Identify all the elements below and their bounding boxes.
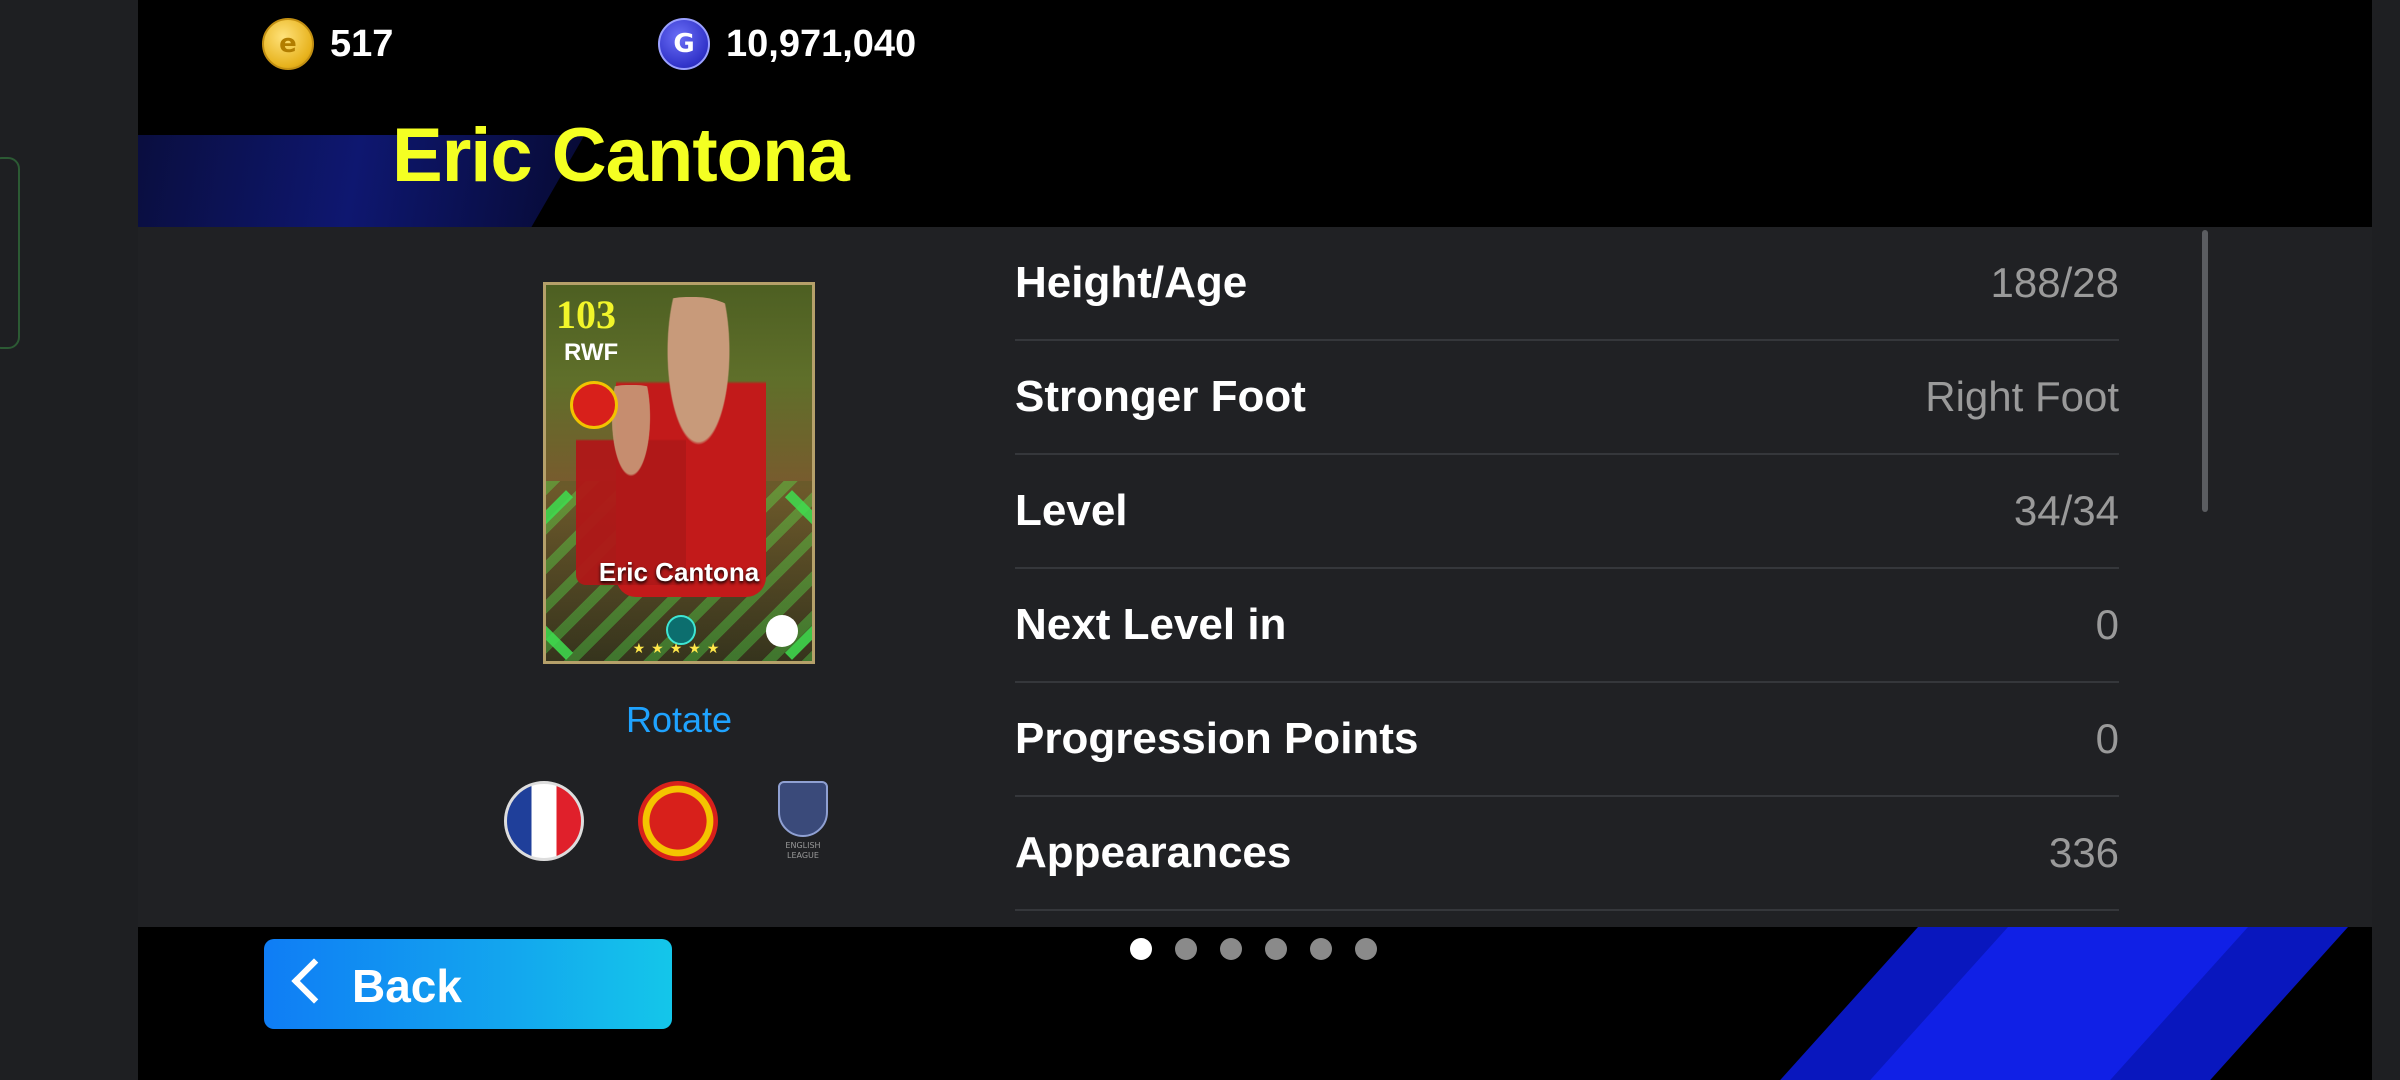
left-edge-strip bbox=[0, 0, 138, 1080]
player-detail-screen: e 517 G 10,971,040 Eric Cantona 103 RWF … bbox=[138, 0, 2372, 1080]
page-dot[interactable] bbox=[1130, 938, 1152, 960]
page-dot[interactable] bbox=[1265, 938, 1287, 960]
info-label: Appearances bbox=[1015, 828, 1292, 877]
league-caption: ENGLISH LEAGUE bbox=[785, 841, 821, 860]
info-value: Right Foot bbox=[1925, 373, 2119, 420]
page-dot[interactable] bbox=[1220, 938, 1242, 960]
card-rating: 103 bbox=[556, 292, 616, 337]
page-dot[interactable] bbox=[1310, 938, 1332, 960]
info-row-appearances: Appearances 336 bbox=[1015, 797, 2119, 911]
info-row-height-age: Height/Age 188/28 bbox=[1015, 227, 2119, 341]
card-player-name: Eric Cantona bbox=[598, 557, 760, 587]
france-flag-icon[interactable] bbox=[504, 781, 584, 861]
ecoin-amount: 517 bbox=[330, 22, 394, 65]
right-edge-strip bbox=[2372, 0, 2400, 1080]
info-label: Next Level in bbox=[1015, 600, 1287, 649]
english-league-icon[interactable]: ENGLISH LEAGUE bbox=[775, 781, 831, 865]
info-value: 188/28 bbox=[1990, 259, 2119, 306]
page-dot[interactable] bbox=[1175, 938, 1197, 960]
player-card[interactable]: 103 RWF Eric Cantona ★★★★★ bbox=[543, 282, 815, 664]
rotate-button[interactable]: Rotate bbox=[543, 699, 815, 741]
info-label: Stronger Foot bbox=[1015, 372, 1306, 421]
chevron-left-icon bbox=[291, 958, 337, 1004]
gp-balance: G 10,971,040 bbox=[658, 18, 916, 70]
info-row-progression-points: Progression Points 0 bbox=[1015, 683, 2119, 797]
league-shield-icon bbox=[778, 781, 828, 837]
back-button-label: Back bbox=[352, 960, 462, 1012]
info-label: Height/Age bbox=[1015, 258, 1248, 307]
page-indicator bbox=[1130, 938, 1377, 960]
info-value: 34/34 bbox=[2013, 487, 2119, 534]
ecoin-balance: e 517 bbox=[262, 18, 393, 70]
info-row-next-level: Next Level in 0 bbox=[1015, 569, 2119, 683]
info-label: Level bbox=[1015, 486, 1128, 535]
manchester-united-crest-icon[interactable] bbox=[638, 781, 718, 861]
info-label: Progression Points bbox=[1015, 714, 1419, 763]
player-info-panel: 103 RWF Eric Cantona ★★★★★ Rotate ENGLIS… bbox=[138, 227, 2372, 927]
info-value: 0 bbox=[2095, 601, 2119, 648]
info-value: 0 bbox=[2095, 715, 2119, 762]
player-name-title: Eric Cantona bbox=[392, 113, 850, 198]
page-dot[interactable] bbox=[1355, 938, 1377, 960]
gp-amount: 10,971,040 bbox=[726, 22, 917, 65]
back-button[interactable]: Back bbox=[264, 939, 672, 1029]
card-club-icon bbox=[570, 381, 618, 429]
info-scrollbar[interactable] bbox=[2202, 230, 2208, 512]
info-row-stronger-foot: Stronger Foot Right Foot bbox=[1015, 341, 2119, 455]
ecoin-icon: e bbox=[262, 18, 314, 70]
edge-tab bbox=[0, 157, 20, 349]
gp-icon: G bbox=[658, 18, 710, 70]
card-position: RWF bbox=[564, 339, 619, 366]
info-row-level: Level 34/34 bbox=[1015, 455, 2119, 569]
player-info-list: Height/Age 188/28 Stronger Foot Right Fo… bbox=[1015, 227, 2119, 911]
info-value: 336 bbox=[2048, 829, 2119, 876]
efootball-logo-icon bbox=[766, 615, 798, 647]
